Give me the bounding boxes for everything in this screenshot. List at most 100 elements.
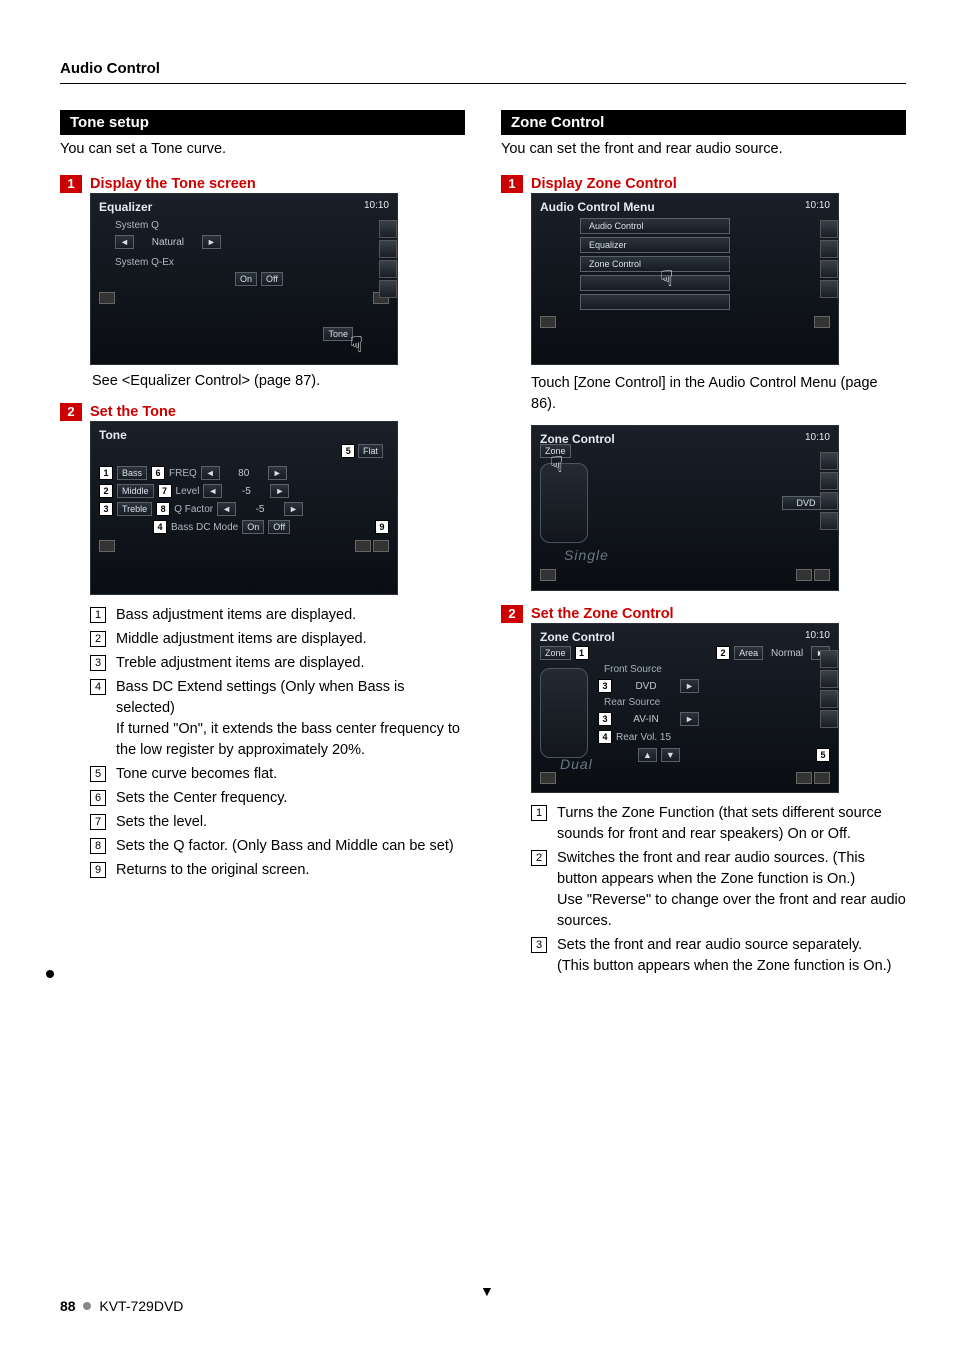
callout-8: 8 — [156, 502, 170, 516]
car-icon — [540, 463, 588, 543]
return-icon[interactable] — [796, 772, 812, 784]
nav-down-icon[interactable] — [540, 772, 556, 784]
list-text: Sets the Center frequency. — [116, 788, 287, 809]
band-zone-control: Zone Control — [501, 110, 906, 135]
step-number: 2 — [60, 403, 82, 421]
menu-item-audio-control[interactable]: Audio Control — [580, 218, 730, 234]
systemqex-label: System Q-Ex — [115, 257, 389, 268]
nav-up-icon[interactable] — [814, 316, 830, 328]
menu-title: Audio Control Menu — [540, 200, 655, 214]
on-button[interactable]: On — [242, 520, 264, 534]
tone-button[interactable]: Tone — [323, 327, 353, 341]
list-num: 4 — [90, 679, 106, 695]
list-text: Middle adjustment items are displayed. — [116, 629, 367, 650]
side-icon[interactable] — [820, 690, 838, 708]
side-icon[interactable] — [379, 260, 397, 278]
flat-button[interactable]: Flat — [358, 444, 383, 458]
zone-intro: You can set the front and rear audio sou… — [501, 141, 906, 157]
bullet-dot — [46, 970, 54, 978]
nav-down-icon[interactable] — [99, 540, 115, 552]
systemq-label: System Q — [115, 220, 389, 231]
side-icon[interactable] — [820, 650, 838, 668]
nav-down-icon[interactable] — [99, 292, 115, 304]
side-icon[interactable] — [820, 240, 838, 258]
side-icon[interactable] — [379, 220, 397, 238]
qfactor-value: -5 — [240, 504, 280, 515]
next-button[interactable]: ► — [680, 712, 699, 726]
step-number: 1 — [60, 175, 82, 193]
list-num: 5 — [90, 766, 106, 782]
prev-button[interactable]: ◄ — [115, 235, 134, 249]
tone-screenshot: Tone 5 Flat 1 Bass 6 FREQ ◄ 80 ► — [90, 421, 398, 595]
freq-label: FREQ — [169, 468, 197, 479]
right-column: Zone Control You can set the front and r… — [501, 110, 906, 980]
menu-item-equalizer[interactable]: Equalizer — [580, 237, 730, 253]
eq-caption: See <Equalizer Control> (page 87). — [92, 373, 465, 389]
next-button[interactable]: ► — [284, 502, 303, 516]
front-source-label: Front Source — [604, 664, 830, 675]
menu-item-empty — [580, 275, 730, 291]
area-button[interactable]: Area — [734, 646, 763, 660]
zone-button[interactable]: Zone — [540, 646, 571, 660]
next-button[interactable]: ► — [270, 484, 289, 498]
zone-control-screenshot-2: Zone Control 10:10 Zone 1 2 Area Normal … — [531, 623, 839, 793]
list-num: 3 — [531, 937, 547, 953]
clock: 10:10 — [805, 630, 830, 644]
car-icon — [540, 668, 588, 758]
on-button[interactable]: On — [235, 272, 257, 286]
nav-down-icon[interactable] — [540, 569, 556, 581]
return-icon[interactable] — [355, 540, 371, 552]
mode-label: Dual — [560, 756, 593, 772]
side-icon[interactable] — [820, 280, 838, 298]
callout-3: 3 — [598, 679, 612, 693]
pointer-icon: ☟ — [660, 266, 673, 292]
step-title: Set the Zone Control — [531, 606, 674, 622]
side-icons — [820, 650, 840, 728]
treble-button[interactable]: Treble — [117, 502, 152, 516]
side-icon[interactable] — [379, 240, 397, 258]
zone-list: 1Turns the Zone Function (that sets diff… — [531, 803, 906, 977]
side-icon[interactable] — [820, 492, 838, 510]
off-button[interactable]: Off — [261, 272, 283, 286]
nav-up-icon[interactable] — [814, 772, 830, 784]
next-button[interactable]: ► — [202, 235, 221, 249]
side-icons — [820, 220, 840, 298]
side-icon[interactable] — [820, 260, 838, 278]
side-icon[interactable] — [820, 220, 838, 238]
menu-item-zone-control[interactable]: Zone Control — [580, 256, 730, 272]
off-button[interactable]: Off — [268, 520, 290, 534]
nav-up-icon[interactable] — [373, 540, 389, 552]
side-icon[interactable] — [379, 280, 397, 298]
side-icon[interactable] — [820, 512, 838, 530]
side-icon[interactable] — [820, 452, 838, 470]
prev-button[interactable]: ◄ — [203, 484, 222, 498]
step-title: Set the Tone — [90, 404, 176, 420]
page-footer: 88 KVT-729DVD — [60, 1298, 183, 1314]
vol-down-button[interactable]: ▼ — [661, 748, 680, 762]
prev-button[interactable]: ◄ — [217, 502, 236, 516]
next-button[interactable]: ► — [680, 679, 699, 693]
list-text: Sets the level. — [116, 812, 207, 833]
clock: 10:10 — [805, 200, 830, 214]
return-icon[interactable] — [796, 569, 812, 581]
side-icons — [379, 220, 399, 298]
nav-down-icon[interactable] — [540, 316, 556, 328]
list-text: Sets the Q factor. (Only Bass and Middle… — [116, 836, 454, 857]
audio-control-menu-screenshot: Audio Control Menu 10:10 Audio Control E… — [531, 193, 839, 365]
side-icon[interactable] — [820, 472, 838, 490]
callout-2: 2 — [716, 646, 730, 660]
callout-5: 5 — [816, 748, 830, 762]
side-icon[interactable] — [820, 670, 838, 688]
bass-button[interactable]: Bass — [117, 466, 147, 480]
prev-button[interactable]: ◄ — [201, 466, 220, 480]
equalizer-screenshot: Equalizer 10:10 System Q ◄ Natural ► Sys… — [90, 193, 398, 365]
freq-value: 80 — [224, 468, 264, 479]
vol-up-button[interactable]: ▲ — [638, 748, 657, 762]
nav-up-icon[interactable] — [814, 569, 830, 581]
middle-button[interactable]: Middle — [117, 484, 154, 498]
callout-3: 3 — [598, 712, 612, 726]
side-icon[interactable] — [820, 710, 838, 728]
next-button[interactable]: ► — [268, 466, 287, 480]
list-num: 1 — [531, 805, 547, 821]
side-icons — [820, 452, 840, 530]
